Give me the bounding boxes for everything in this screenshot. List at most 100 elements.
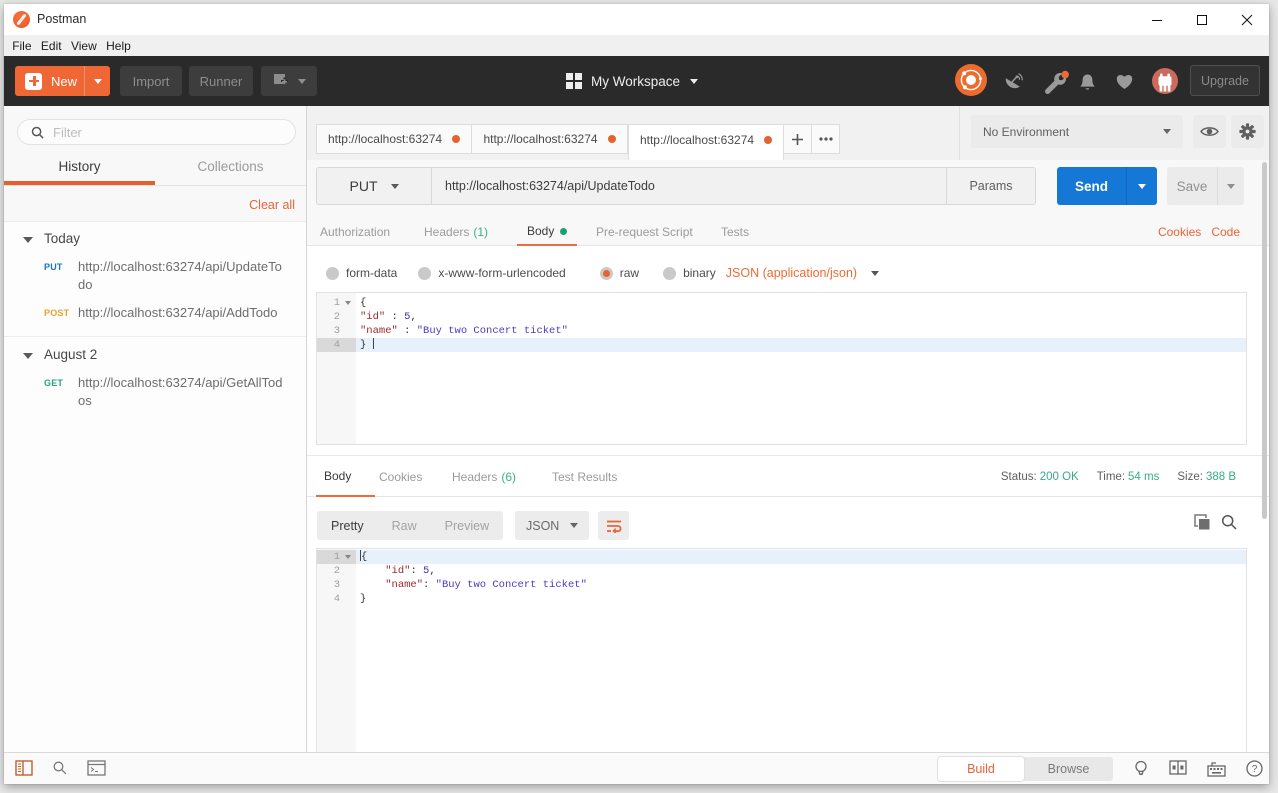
tab-options-button[interactable] bbox=[812, 124, 840, 154]
search-icon bbox=[53, 761, 67, 775]
history-group-header[interactable]: Today bbox=[4, 230, 306, 254]
build-toggle[interactable]: Build bbox=[938, 757, 1024, 781]
copy-response-button[interactable] bbox=[1194, 514, 1211, 536]
method-selector[interactable]: PUT bbox=[317, 168, 432, 204]
upgrade-button[interactable]: Upgrade bbox=[1190, 65, 1260, 96]
body-present-dot-icon bbox=[560, 228, 567, 235]
new-button[interactable]: New bbox=[15, 66, 110, 96]
tab-prerequest-script[interactable]: Pre-request Script bbox=[596, 218, 693, 246]
mode-x-www-form-urlencoded[interactable]: x-www-form-urlencoded bbox=[418, 266, 565, 280]
history-item[interactable]: PUT http://localhost:63274/api/UpdateTod… bbox=[4, 254, 306, 300]
tab-label: Headers bbox=[452, 470, 497, 484]
filter-box[interactable] bbox=[17, 119, 296, 145]
toggle-sidebar-button[interactable] bbox=[15, 760, 33, 781]
tab-response-body-active[interactable]: Body bbox=[316, 456, 375, 497]
clear-all-link[interactable]: Clear all bbox=[249, 198, 295, 212]
tab-authorization[interactable]: Authorization bbox=[320, 218, 390, 246]
request-body-editor[interactable]: 1 { 2 "id" : 5, 3 "name" : "Buy two Conc… bbox=[316, 292, 1247, 445]
minimize-button[interactable] bbox=[1134, 4, 1179, 35]
cookies-code-links: Cookies Code bbox=[1158, 218, 1240, 246]
tab-body-active[interactable]: Body bbox=[517, 218, 577, 246]
send-dropdown[interactable] bbox=[1126, 167, 1157, 205]
request-tab-1[interactable]: http://localhost:63274 bbox=[316, 124, 472, 154]
help-button[interactable]: ? bbox=[1246, 760, 1263, 782]
save-button[interactable]: Save bbox=[1167, 167, 1244, 205]
view-preview[interactable]: Preview bbox=[431, 511, 503, 540]
send-button[interactable]: Send bbox=[1057, 167, 1157, 205]
satellite-icon bbox=[1004, 73, 1024, 92]
settings-button[interactable] bbox=[1044, 73, 1062, 91]
statusbar-search-button[interactable] bbox=[53, 761, 67, 780]
new-button-main[interactable]: New bbox=[15, 66, 84, 96]
send-label: Send bbox=[1057, 167, 1126, 205]
tab-headers[interactable]: Headers (1) bbox=[424, 218, 488, 246]
code-token: "id" bbox=[360, 311, 385, 323]
environment-selector[interactable]: No Environment bbox=[971, 115, 1183, 148]
user-avatar[interactable] bbox=[1152, 68, 1178, 94]
tab-test-results[interactable]: Test Results bbox=[552, 456, 617, 497]
menu-edit[interactable]: Edit bbox=[36, 39, 66, 53]
history-item[interactable]: POST http://localhost:63274/api/AddTodo bbox=[4, 300, 306, 328]
response-language-selector[interactable]: JSON bbox=[515, 511, 589, 540]
tab-collections[interactable]: Collections bbox=[155, 152, 306, 185]
code-token bbox=[360, 565, 385, 577]
new-dropdown[interactable] bbox=[84, 66, 110, 96]
shortcuts-button[interactable] bbox=[1207, 760, 1226, 782]
new-workspace-button[interactable] bbox=[261, 66, 317, 96]
history-group-header[interactable]: August 2 bbox=[4, 346, 306, 370]
radio-selected-icon bbox=[600, 267, 613, 280]
two-pane-view-button[interactable] bbox=[1169, 760, 1187, 780]
runner-button[interactable]: Runner bbox=[189, 66, 253, 96]
response-body-editor[interactable]: 1 { 2 "id": 5, 3 "name": "Buy two Concer… bbox=[316, 548, 1247, 752]
size-value: 388 B bbox=[1206, 471, 1236, 483]
save-dropdown[interactable] bbox=[1217, 167, 1244, 205]
tab-history[interactable]: History bbox=[4, 152, 155, 185]
view-pretty[interactable]: Pretty bbox=[317, 511, 378, 540]
search-response-button[interactable] bbox=[1221, 514, 1237, 535]
code-link[interactable]: Code bbox=[1211, 225, 1240, 239]
tab-tests[interactable]: Tests bbox=[721, 218, 749, 246]
main-pane: http://localhost:63274 http://localhost:… bbox=[307, 106, 1269, 752]
sync-status-button[interactable] bbox=[955, 64, 987, 96]
wrap-lines-button[interactable] bbox=[598, 511, 629, 540]
history-item[interactable]: GET http://localhost:63274/api/GetAllTod… bbox=[4, 370, 306, 416]
menu-file[interactable]: File bbox=[8, 39, 37, 53]
mode-form-data[interactable]: form-data bbox=[326, 266, 397, 280]
tab-response-cookies[interactable]: Cookies bbox=[379, 456, 422, 497]
tab-response-headers[interactable]: Headers (6) bbox=[452, 456, 516, 497]
menu-view[interactable]: View bbox=[66, 39, 101, 53]
fold-caret-icon[interactable] bbox=[345, 555, 351, 559]
language-label: JSON bbox=[526, 519, 559, 533]
code-token: : bbox=[423, 579, 436, 591]
ellipsis-icon bbox=[819, 137, 833, 141]
url-input[interactable]: http://localhost:63274/api/UpdateTodo bbox=[432, 168, 946, 204]
menu-help[interactable]: Help bbox=[101, 39, 135, 53]
open-new-tab-button[interactable] bbox=[784, 124, 812, 154]
mode-raw[interactable]: raw bbox=[600, 266, 639, 280]
notifications-button[interactable] bbox=[1079, 73, 1097, 91]
cookies-link[interactable]: Cookies bbox=[1158, 225, 1201, 239]
keyboard-icon bbox=[1207, 760, 1226, 777]
console-button[interactable] bbox=[87, 760, 106, 781]
import-button[interactable]: Import bbox=[120, 66, 182, 96]
mode-binary[interactable]: binary bbox=[663, 266, 716, 280]
filter-input[interactable] bbox=[53, 125, 253, 140]
params-button[interactable]: Params bbox=[946, 168, 1035, 204]
content-type-selector[interactable]: JSON (application/json) bbox=[726, 266, 879, 280]
request-tab-3-active[interactable]: http://localhost:63274 bbox=[628, 124, 784, 160]
statusbar: Build Browse bbox=[4, 752, 1269, 784]
environment-settings-button[interactable] bbox=[1231, 115, 1264, 148]
favorites-button[interactable] bbox=[1115, 73, 1133, 91]
maximize-button[interactable] bbox=[1179, 4, 1224, 35]
request-tab-2[interactable]: http://localhost:63274 bbox=[472, 124, 628, 154]
tips-button[interactable] bbox=[1134, 760, 1148, 783]
browse-toggle[interactable]: Browse bbox=[1024, 757, 1113, 781]
environment-quicklook-button[interactable] bbox=[1193, 115, 1226, 148]
vertical-scrollbar[interactable] bbox=[1262, 162, 1267, 519]
main-toolbar: New Import Runner My Workspace bbox=[4, 56, 1269, 106]
fold-caret-icon[interactable] bbox=[345, 301, 351, 305]
interceptor-button[interactable] bbox=[1004, 73, 1022, 91]
view-raw[interactable]: Raw bbox=[378, 511, 431, 540]
close-button[interactable] bbox=[1224, 4, 1269, 35]
workspace-switcher[interactable]: My Workspace bbox=[566, 56, 698, 106]
